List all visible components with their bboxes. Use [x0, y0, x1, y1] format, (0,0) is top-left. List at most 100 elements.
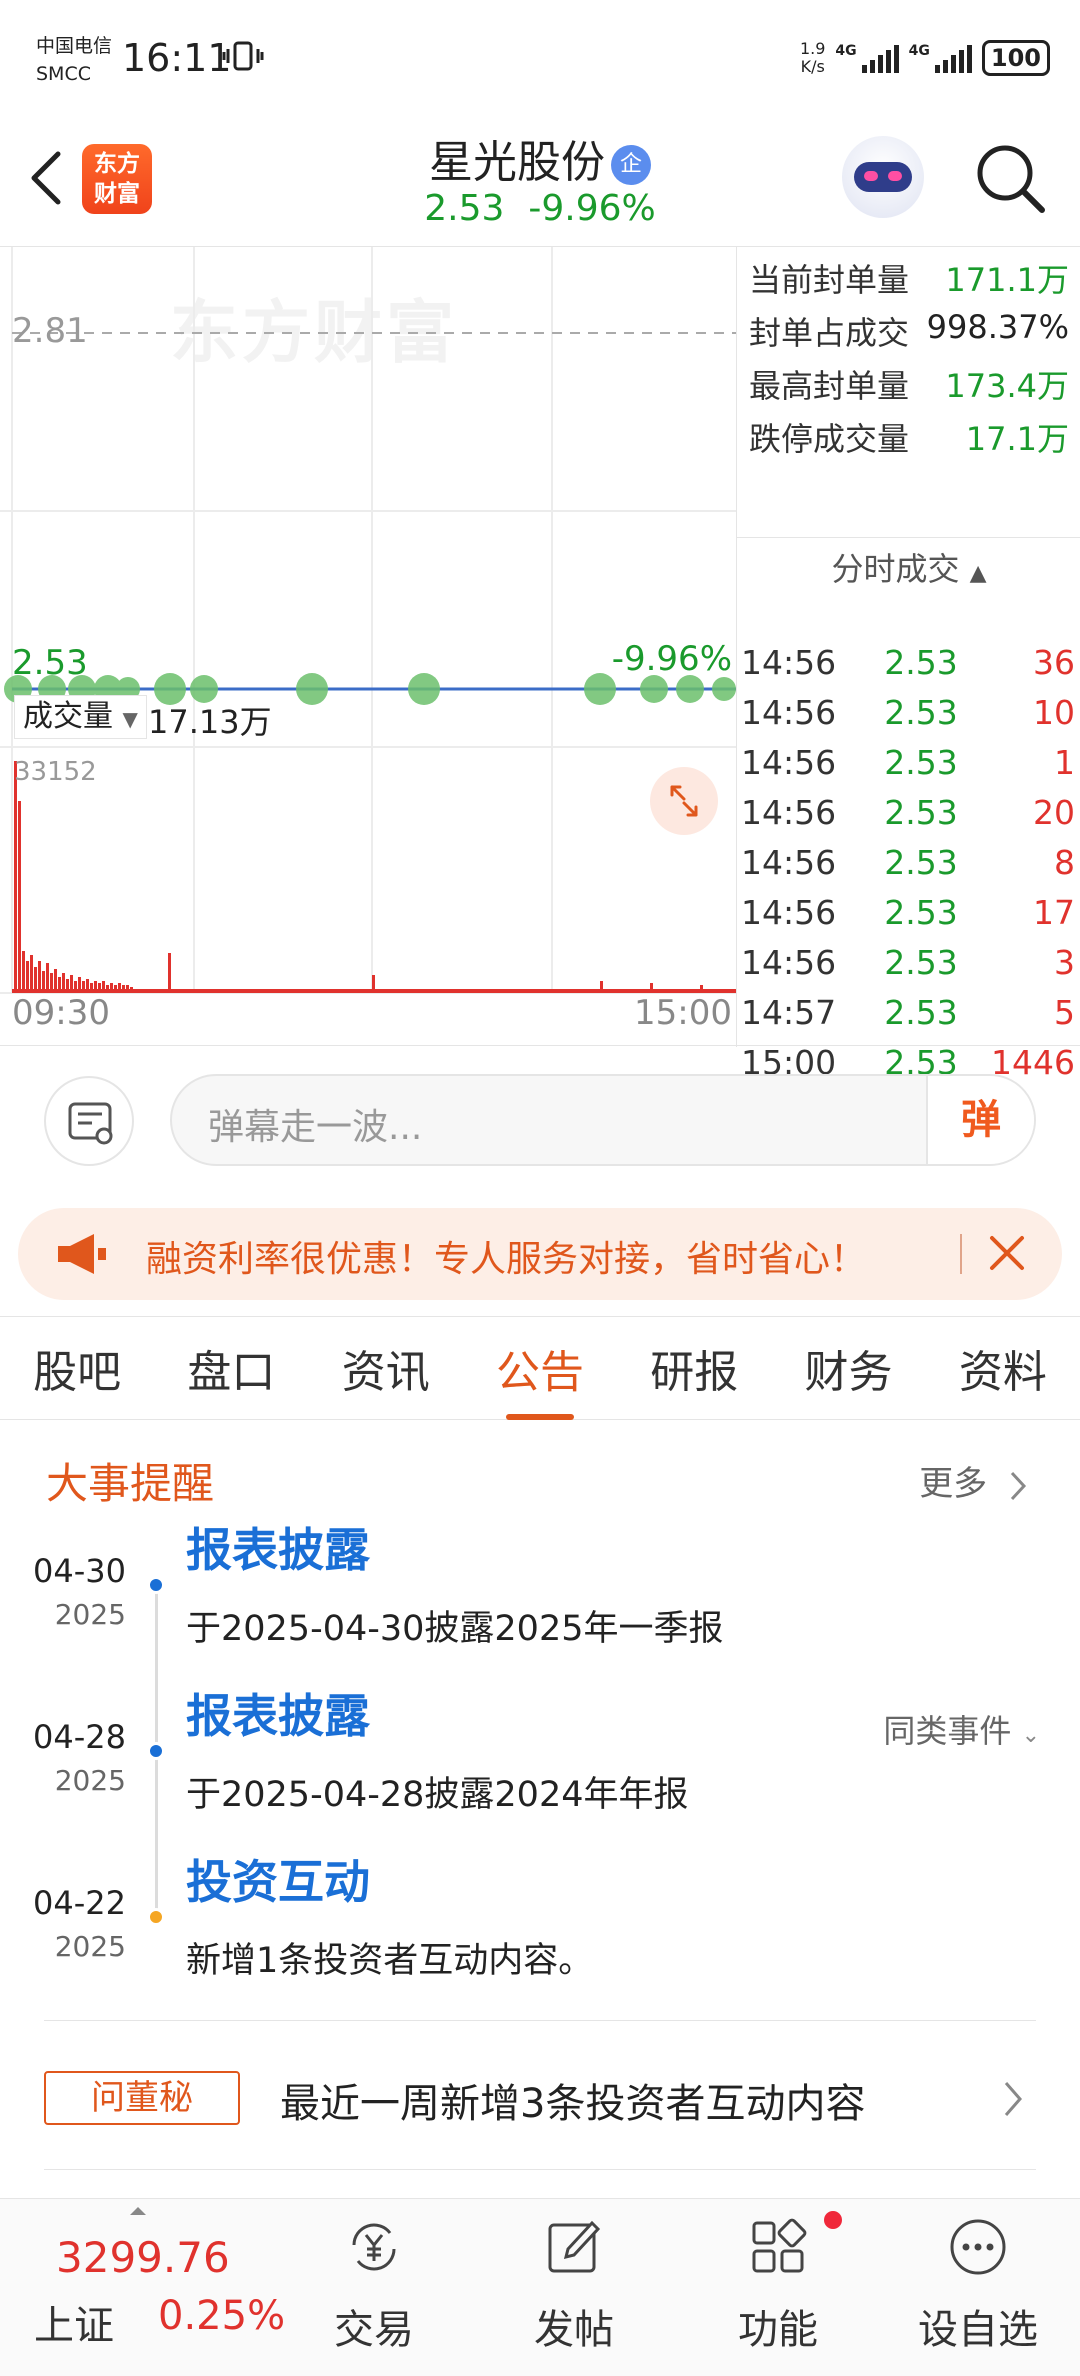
event-title[interactable]: 报表披露 — [186, 1514, 370, 1580]
secretary-tag: 问董秘 — [44, 2071, 240, 2125]
danmaku-input[interactable]: 弹幕走一波... 弹 — [170, 1074, 1036, 1166]
trade-row: 14:56 2.53 20 — [741, 793, 1075, 832]
event-dot — [147, 1742, 165, 1760]
trade-time: 14:56 — [741, 943, 837, 982]
similar-events-label: 同类事件 — [883, 1712, 1012, 1750]
volume-indicator-select[interactable]: 成交量 ▼ — [14, 695, 147, 739]
index-value: 3299.76 — [56, 2233, 230, 2282]
trade-row: 14:56 2.53 10 — [741, 693, 1075, 732]
ai-assistant-robot-icon[interactable] — [842, 136, 924, 218]
trade-qty: 36 — [1033, 643, 1075, 682]
trade-price: 2.53 — [884, 743, 958, 782]
nav-trade[interactable]: 交易 — [304, 2215, 444, 2355]
enterprise-badge: 企 — [611, 145, 651, 185]
volume-value: 17.13万 — [148, 703, 272, 741]
tab-2[interactable]: 资讯 — [338, 1336, 434, 1400]
chevron-right-icon — [1010, 1471, 1027, 1500]
close-icon — [990, 1236, 1024, 1270]
trade-qty: 8 — [1054, 843, 1075, 882]
network-type: 4G — [908, 43, 930, 59]
stock-name: 星光股份 — [429, 137, 605, 188]
trade-price: 2.53 — [884, 643, 958, 682]
seal-and-trades-panel: 当前封单量 171.1万 封单占成交 998.37% 最高封单量 173.4万 跌停成交量 1… — [736, 247, 1080, 1082]
expand-chart-button[interactable] — [650, 767, 718, 835]
events-title: 大事提醒 — [46, 1459, 215, 1508]
high-price-label: 2.81 — [12, 311, 88, 351]
seal-info-row: 跌停成交量 17.1万 — [749, 414, 1069, 460]
volume-bar — [42, 971, 45, 991]
more-icon — [950, 2219, 1006, 2275]
event-year: 2025 — [54, 1930, 126, 1963]
seal-info-label: 最高封单量 — [749, 367, 910, 405]
danmaku-settings-button[interactable] — [44, 1076, 134, 1166]
trades-header[interactable]: 分时成交 ▲ — [737, 537, 1080, 590]
tab-1[interactable]: 盘口 — [183, 1336, 279, 1400]
trade-row: 14:57 2.53 5 — [741, 993, 1075, 1032]
danmaku-settings-icon — [68, 1102, 113, 1145]
trade-row: 14:56 2.53 36 — [741, 643, 1075, 682]
dropdown-arrow-icon: ▼ — [122, 707, 138, 731]
nav-post[interactable]: 发帖 — [504, 2215, 644, 2355]
trade-price: 2.53 — [884, 993, 958, 1032]
trade-price: 2.53 — [884, 693, 958, 732]
network-type: 4G — [835, 43, 857, 59]
trades-header-label: 分时成交 — [831, 550, 960, 588]
tab-6[interactable]: 资料 — [955, 1336, 1051, 1400]
volume-bar — [22, 951, 25, 991]
index-widget[interactable]: 3299.76 上证 0.25% — [0, 2199, 300, 2376]
signal-icon: 4G — [835, 43, 899, 73]
bottom-nav: 3299.76 上证 0.25% 交易 发帖 功能 设自选 — [0, 2198, 1080, 2376]
carrier-info: 中国电信 SMCC — [36, 32, 112, 88]
nav-trade-label: 交易 — [334, 2307, 414, 2353]
events-more-link[interactable]: 更多 — [919, 1456, 1030, 1505]
event-title[interactable]: 投资互动 — [186, 1846, 370, 1912]
volume-bar — [372, 975, 375, 991]
secretary-row[interactable]: 问董秘 最近一周新增3条投资者互动内容 — [44, 2020, 1036, 2170]
trade-time: 14:56 — [741, 743, 837, 782]
nav-functions[interactable]: 功能 — [708, 2215, 848, 2355]
seal-info-row: 当前封单量 171.1万 — [749, 255, 1069, 301]
search-button[interactable] — [972, 140, 1048, 216]
nav-watchlist[interactable]: 设自选 — [908, 2215, 1048, 2355]
chevron-right-icon — [1004, 2082, 1022, 2116]
promo-close-button[interactable] — [982, 1228, 1032, 1278]
trade-row: 14:56 2.53 17 — [741, 893, 1075, 932]
yuan-exchange-icon — [352, 2223, 396, 2271]
promo-banner[interactable]: 融资利率很优惠！专人服务对接，省时省心！ — [18, 1208, 1062, 1300]
volume-bar — [26, 961, 29, 991]
volume-bar — [78, 977, 81, 991]
notification-dot — [824, 2211, 842, 2229]
caret-up-icon — [130, 2207, 146, 2215]
stock-price: 2.53 — [424, 188, 505, 229]
tab-3[interactable]: 公告 — [492, 1336, 588, 1420]
vibrate-icon — [222, 40, 264, 80]
volume-bar — [62, 973, 65, 991]
chevron-down-icon: ⌄ — [1021, 1723, 1040, 1748]
event-dot — [147, 1576, 165, 1594]
volume-bar — [18, 801, 21, 991]
status-time: 16:11 — [122, 36, 232, 80]
tab-4[interactable]: 研报 — [646, 1336, 742, 1400]
intraday-chart[interactable]: 东方财富 2.81 2.53 -9.96% 成交量 ▼ 17.13万 33152… — [0, 246, 1080, 1082]
trade-qty: 10 — [1033, 693, 1075, 732]
trade-time: 14:57 — [741, 993, 837, 1032]
seal-info-label: 跌停成交量 — [749, 420, 910, 458]
time-start-label: 09:30 — [12, 993, 110, 1033]
tab-0[interactable]: 股吧 — [29, 1336, 125, 1400]
event-dot — [147, 1908, 165, 1926]
volume-bar — [54, 969, 57, 991]
grid-icon — [752, 2218, 807, 2273]
similar-events-button[interactable]: 同类事件 ⌄ — [883, 1706, 1040, 1752]
tab-5[interactable]: 财务 — [801, 1336, 897, 1400]
danmaku-send-button[interactable]: 弹 — [926, 1076, 1034, 1164]
volume-bar — [168, 953, 171, 991]
time-end-label: 15:00 — [634, 993, 732, 1033]
trade-time: 14:56 — [741, 693, 837, 732]
promo-text: 融资利率很优惠！专人服务对接，省时省心！ — [146, 1239, 867, 1280]
robot-face — [854, 162, 912, 192]
status-right: 1.9 K/s 4G 4G 100 — [800, 40, 1050, 76]
event-title[interactable]: 报表披露 — [186, 1680, 370, 1746]
volume-bar — [38, 961, 41, 991]
trade-price: 2.53 — [884, 793, 958, 832]
trade-qty: 5 — [1054, 993, 1075, 1032]
